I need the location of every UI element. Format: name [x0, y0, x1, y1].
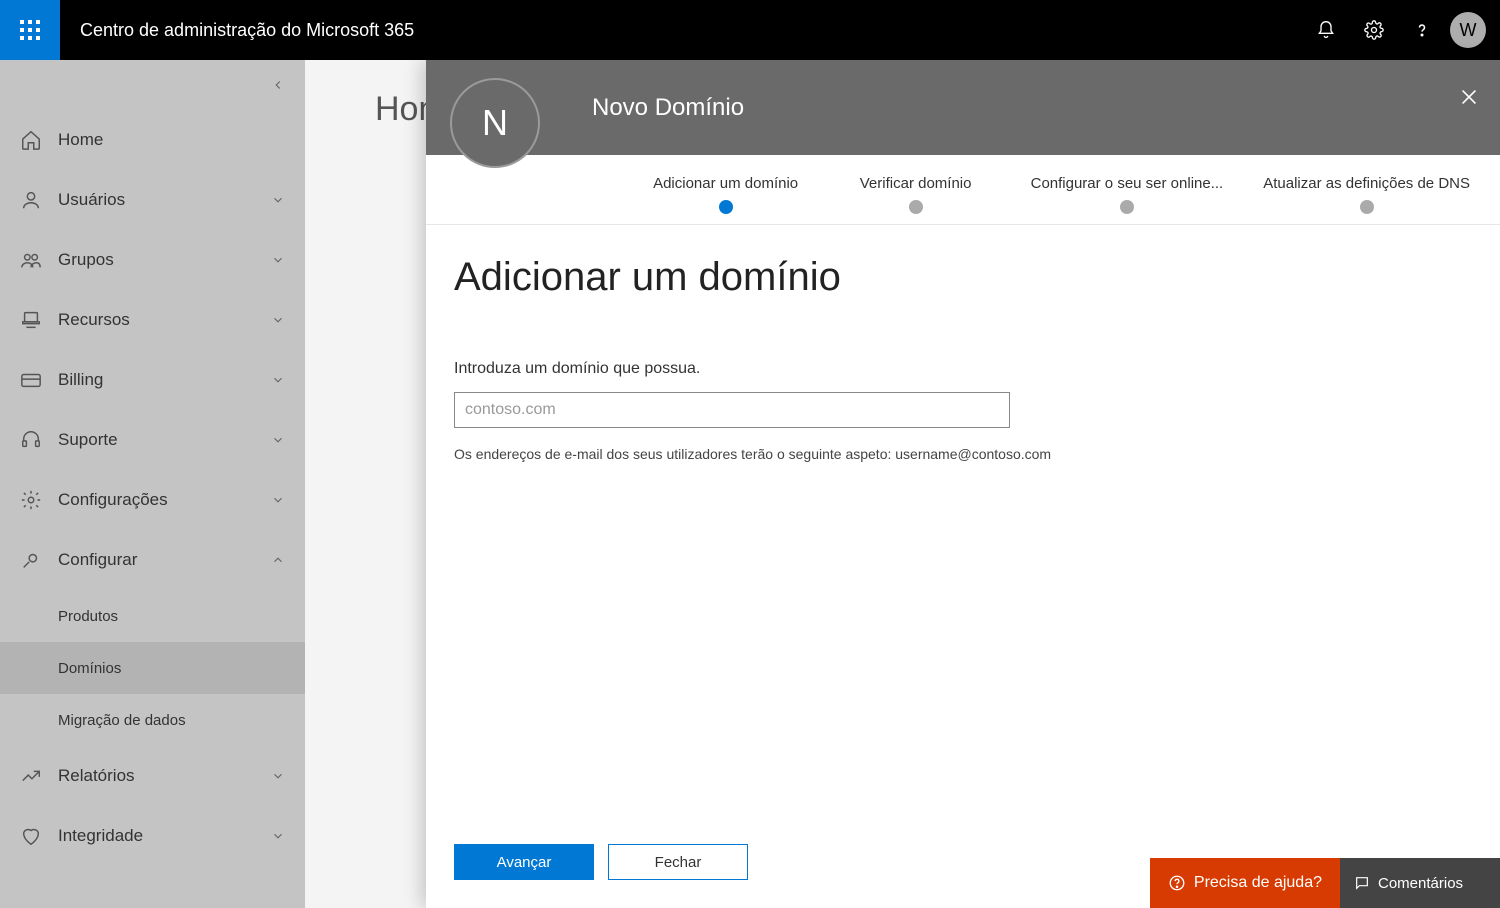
step-update-dns[interactable]: Atualizar as definições de DNS	[1263, 175, 1470, 214]
sidebar-item-resources[interactable]: Recursos	[0, 290, 305, 350]
app-launcher-button[interactable]	[0, 0, 60, 60]
app-title: Centro de administração do Microsoft 365	[80, 20, 1306, 41]
waffle-icon	[20, 20, 40, 40]
sidebar-item-label: Grupos	[58, 250, 114, 270]
sidebar-subitem-products[interactable]: Produtos	[0, 590, 305, 642]
chevron-up-icon	[271, 553, 285, 567]
sidebar-item-label: Configurações	[58, 490, 168, 510]
step-label: Atualizar as definições de DNS	[1263, 175, 1470, 192]
sidebar-subitem-data-migration[interactable]: Migração de dados	[0, 694, 305, 746]
sidebar-subitem-label: Produtos	[58, 608, 118, 625]
chevron-down-icon	[271, 433, 285, 447]
close-panel-button[interactable]	[1458, 86, 1480, 108]
user-avatar[interactable]: W	[1450, 12, 1486, 48]
sidebar-item-configure[interactable]: Configurar	[0, 530, 305, 590]
step-dot-icon	[1360, 200, 1374, 214]
step-dot-icon	[1120, 200, 1134, 214]
panel-header: N Novo Domínio	[426, 60, 1500, 155]
feedback-button[interactable]: Comentários	[1340, 858, 1500, 908]
step-label: Configurar o seu ser online...	[1031, 175, 1224, 192]
step-label: Verificar domínio	[860, 175, 972, 192]
panel-body: Adicionar um domínio Introduza um domíni…	[426, 225, 1500, 844]
close-icon	[1458, 86, 1480, 108]
next-button[interactable]: Avançar	[454, 844, 594, 880]
need-help-button[interactable]: Precisa de ajuda?	[1150, 858, 1340, 908]
topbar-actions: W	[1306, 10, 1500, 50]
reports-icon	[20, 765, 42, 787]
gear-icon	[1364, 20, 1384, 40]
close-button[interactable]: Fechar	[608, 844, 748, 880]
sidebar-item-label: Relatórios	[58, 766, 135, 786]
users-icon	[20, 189, 42, 211]
chevron-down-icon	[271, 193, 285, 207]
sidebar-item-label: Home	[58, 130, 103, 150]
button-label: Avançar	[497, 854, 552, 871]
sidebar-item-label: Suporte	[58, 430, 118, 450]
sidebar-item-label: Billing	[58, 370, 103, 390]
support-icon	[20, 429, 42, 451]
feedback-label: Comentários	[1378, 875, 1463, 892]
step-verify-domain[interactable]: Verificar domínio	[841, 175, 991, 214]
sidebar-item-label: Configurar	[58, 550, 137, 570]
notifications-button[interactable]	[1306, 10, 1346, 50]
help-label: Precisa de ajuda?	[1194, 874, 1322, 892]
chevron-down-icon	[271, 493, 285, 507]
chevron-down-icon	[271, 373, 285, 387]
resources-icon	[20, 309, 42, 331]
step-add-domain[interactable]: Adicionar um domínio	[651, 175, 801, 214]
groups-icon	[20, 249, 42, 271]
panel-title: Novo Domínio	[592, 94, 744, 122]
help-circle-icon	[1168, 874, 1186, 892]
sidebar: Home Usuários Grupos Recursos Billing Su…	[0, 60, 305, 908]
comment-icon	[1354, 875, 1370, 891]
sidebar-item-support[interactable]: Suporte	[0, 410, 305, 470]
sidebar-item-users[interactable]: Usuários	[0, 170, 305, 230]
panel-heading: Adicionar um domínio	[454, 255, 1472, 300]
chevron-down-icon	[271, 769, 285, 783]
wizard-steps: Adicionar um domínio Verificar domínio C…	[426, 155, 1500, 225]
bell-icon	[1316, 20, 1336, 40]
sidebar-item-label: Integridade	[58, 826, 143, 846]
sidebar-collapse-button[interactable]	[0, 60, 305, 110]
button-label: Fechar	[655, 854, 702, 871]
domain-initial: N	[482, 102, 508, 144]
sidebar-item-label: Recursos	[58, 310, 130, 330]
sidebar-item-home[interactable]: Home	[0, 110, 305, 170]
domain-input-label: Introduza um domínio que possua.	[454, 360, 1472, 378]
home-icon	[20, 129, 42, 151]
chevron-down-icon	[271, 253, 285, 267]
domain-avatar-circle: N	[450, 78, 540, 168]
sidebar-subitem-label: Migração de dados	[58, 712, 186, 729]
settings-button[interactable]	[1354, 10, 1394, 50]
new-domain-panel: N Novo Domínio Adicionar um domínio Veri…	[426, 60, 1500, 908]
step-label: Adicionar um domínio	[653, 175, 798, 192]
configure-icon	[20, 549, 42, 571]
chevron-down-icon	[271, 829, 285, 843]
billing-icon	[20, 369, 42, 391]
settings-icon	[20, 489, 42, 511]
health-icon	[20, 825, 42, 847]
sidebar-item-billing[interactable]: Billing	[0, 350, 305, 410]
sidebar-subitem-domains[interactable]: Domínios	[0, 642, 305, 694]
step-dot-icon	[719, 200, 733, 214]
top-bar: Centro de administração do Microsoft 365…	[0, 0, 1500, 60]
domain-input[interactable]	[454, 392, 1010, 428]
step-dot-icon	[909, 200, 923, 214]
domain-hint: Os endereços de e-mail dos seus utilizad…	[454, 446, 1472, 462]
help-icon	[1412, 20, 1432, 40]
help-button[interactable]	[1402, 10, 1442, 50]
sidebar-item-groups[interactable]: Grupos	[0, 230, 305, 290]
step-configure-online[interactable]: Configurar o seu ser online...	[1031, 175, 1224, 214]
chevron-down-icon	[271, 313, 285, 327]
sidebar-item-health[interactable]: Integridade	[0, 806, 305, 866]
sidebar-subitem-label: Domínios	[58, 660, 121, 677]
chevron-left-icon	[271, 78, 285, 92]
avatar-initial: W	[1460, 20, 1477, 41]
sidebar-item-configurations[interactable]: Configurações	[0, 470, 305, 530]
sidebar-item-reports[interactable]: Relatórios	[0, 746, 305, 806]
sidebar-item-label: Usuários	[58, 190, 125, 210]
